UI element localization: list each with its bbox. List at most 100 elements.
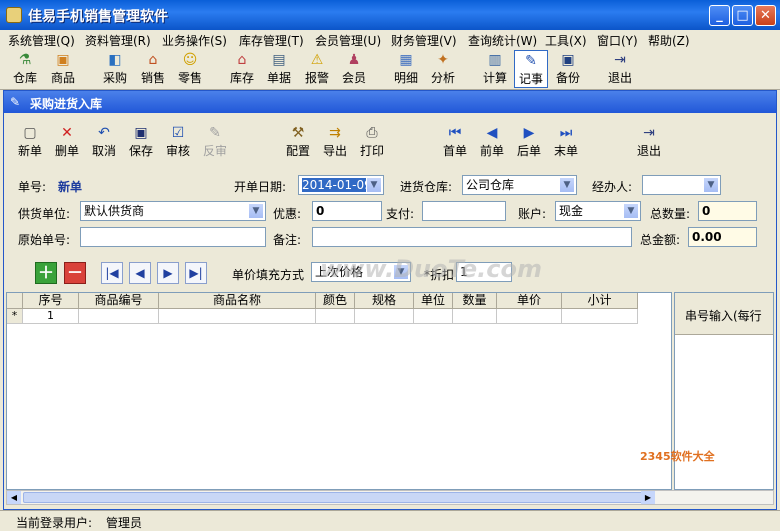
toolbar-sales-button[interactable]: ⌂ 销售: [136, 50, 170, 88]
analysis-icon: ✦: [437, 52, 449, 68]
date-label: 开单日期:: [234, 180, 287, 194]
table-cell-color[interactable]: [316, 309, 355, 324]
last-row-button[interactable]: ▶|: [185, 262, 207, 284]
unapprove-button[interactable]: ✎ 反审: [195, 125, 235, 159]
table-cell-unit[interactable]: [414, 309, 453, 324]
horizontal-scrollbar[interactable]: ◀ ▶: [6, 490, 774, 505]
export-button[interactable]: ⇉ 导出: [315, 125, 355, 159]
toolbar-product-button[interactable]: ▣ 商品: [46, 50, 80, 88]
scroll-right-icon[interactable]: ▶: [641, 491, 655, 504]
pay-input[interactable]: [422, 201, 506, 221]
table-cell-price[interactable]: [497, 309, 562, 324]
retail-icon: ☺: [182, 52, 198, 68]
pay-label: 支付:: [386, 207, 415, 221]
table-cell-code[interactable]: [79, 309, 159, 324]
delete-order-button[interactable]: ✕ 删单: [47, 125, 87, 159]
minimize-button[interactable]: _: [709, 5, 730, 26]
table-cell-spec[interactable]: [355, 309, 414, 324]
warehouse-icon: ⚗: [18, 52, 32, 68]
cancel-button[interactable]: ↶ 取消: [84, 125, 124, 159]
remove-row-button[interactable]: －: [64, 262, 86, 284]
documents-icon: ▤: [272, 52, 286, 68]
menu-data[interactable]: 资料管理(R): [85, 32, 151, 49]
date-picker[interactable]: 2014-01-09 ▼: [298, 175, 384, 195]
menu-window[interactable]: 窗口(Y): [597, 32, 638, 49]
col-header-code[interactable]: 商品编号: [79, 293, 159, 309]
col-header-spec[interactable]: 规格: [355, 293, 414, 309]
new-order-button[interactable]: ▢ 新单: [10, 125, 50, 159]
menu-help[interactable]: 帮助(Z): [648, 32, 690, 49]
remark-input[interactable]: [312, 227, 632, 247]
app-icon: [6, 7, 22, 23]
discount-input[interactable]: 0: [312, 201, 382, 221]
last-order-button[interactable]: ⏭ 末单: [546, 125, 586, 159]
supplier-select[interactable]: 默认供货商 ▼: [80, 201, 266, 221]
handler-select[interactable]: ▼: [642, 175, 721, 195]
chevron-down-icon[interactable]: ▼: [559, 177, 575, 193]
menu-query[interactable]: 查询统计(W): [468, 32, 537, 49]
close-button[interactable]: ✕: [755, 5, 776, 26]
grid-corner: [7, 293, 23, 309]
orig-no-input[interactable]: [80, 227, 266, 247]
account-select[interactable]: 现金 ▼: [555, 201, 641, 221]
scroll-left-icon[interactable]: ◀: [7, 491, 21, 504]
menu-business[interactable]: 业务操作(S): [162, 32, 227, 49]
prev-order-button[interactable]: ◀ 前单: [472, 125, 512, 159]
save-button[interactable]: ▣ 保存: [121, 125, 161, 159]
menu-tools[interactable]: 工具(X): [545, 32, 587, 49]
col-header-index[interactable]: 序号: [23, 293, 79, 309]
chevron-down-icon[interactable]: ▼: [248, 203, 264, 219]
next-order-button[interactable]: ▶ 后单: [509, 125, 549, 159]
chevron-down-icon[interactable]: ▼: [623, 203, 639, 219]
menu-inventory[interactable]: 库存管理(T): [239, 32, 304, 49]
toolbar-analysis-button[interactable]: ✦ 分析: [426, 50, 460, 88]
toolbar-backup-button[interactable]: ▣ 备份: [551, 50, 585, 88]
menu-system[interactable]: 系统管理(Q): [8, 32, 75, 49]
first-order-button[interactable]: ⏮ 首单: [435, 125, 475, 159]
toolbar-member-button[interactable]: ♟ 会员: [337, 50, 371, 88]
toolbar-alarm-button[interactable]: ⚠ 报警: [300, 50, 334, 88]
menu-finance[interactable]: 财务管理(V): [391, 32, 457, 49]
col-header-subtotal[interactable]: 小计: [562, 293, 638, 309]
items-grid: 序号 商品编号 商品名称 颜色 规格 单位 数量 单价 小计 * 1: [6, 292, 672, 490]
add-row-button[interactable]: ＋: [35, 262, 57, 284]
prev-row-button[interactable]: ◀: [129, 262, 151, 284]
chevron-down-icon[interactable]: ▼: [703, 177, 719, 193]
warehouse-select[interactable]: 公司仓库 ▼: [462, 175, 577, 195]
warning-icon: ⚠: [310, 52, 324, 68]
table-cell-index[interactable]: 1: [23, 309, 79, 324]
prev-icon: ◀: [486, 125, 498, 141]
printer-icon: ⎙: [366, 125, 378, 141]
toolbar-detail-button[interactable]: ▦ 明细: [389, 50, 423, 88]
total-qty-label: 总数量:: [650, 207, 691, 221]
menu-member[interactable]: 会员管理(U): [315, 32, 381, 49]
toolbar-retail-button[interactable]: ☺ 零售: [173, 50, 207, 88]
config-button[interactable]: ⚒ 配置: [278, 125, 318, 159]
maximize-button[interactable]: □: [732, 5, 753, 26]
first-row-button[interactable]: |◀: [101, 262, 123, 284]
toolbar-exit-button[interactable]: ⇥ 退出: [603, 50, 637, 88]
table-cell-name[interactable]: [159, 309, 316, 324]
table-cell-qty[interactable]: [453, 309, 497, 324]
toolbar-stock-button[interactable]: ⌂ 库存: [225, 50, 259, 88]
chevron-down-icon[interactable]: ▼: [366, 177, 382, 193]
first-icon: ⏮: [448, 125, 462, 141]
col-header-price[interactable]: 单价: [497, 293, 562, 309]
toolbar-calculator-button[interactable]: ▥ 计算: [478, 50, 512, 88]
table-cell-subtotal[interactable]: [562, 309, 638, 324]
col-header-qty[interactable]: 数量: [453, 293, 497, 309]
approve-button[interactable]: ☑ 审核: [158, 125, 198, 159]
col-header-name[interactable]: 商品名称: [159, 293, 316, 309]
exit-window-button[interactable]: ⇥ 退出: [629, 125, 669, 159]
toolbar-warehouse-button[interactable]: ⚗ 仓库: [8, 50, 42, 88]
toolbar-purchase-button[interactable]: ◧ 采购: [98, 50, 132, 88]
member-icon: ♟: [347, 52, 361, 68]
scroll-thumb[interactable]: [23, 492, 653, 503]
next-row-button[interactable]: ▶: [157, 262, 179, 284]
toolbar-notes-button[interactable]: ✎ 记事: [514, 50, 548, 88]
order-no-label: 单号:: [18, 180, 47, 194]
col-header-color[interactable]: 颜色: [316, 293, 355, 309]
print-button[interactable]: ⎙ 打印: [352, 125, 392, 159]
col-header-unit[interactable]: 单位: [414, 293, 453, 309]
toolbar-documents-button[interactable]: ▤ 单据: [262, 50, 296, 88]
